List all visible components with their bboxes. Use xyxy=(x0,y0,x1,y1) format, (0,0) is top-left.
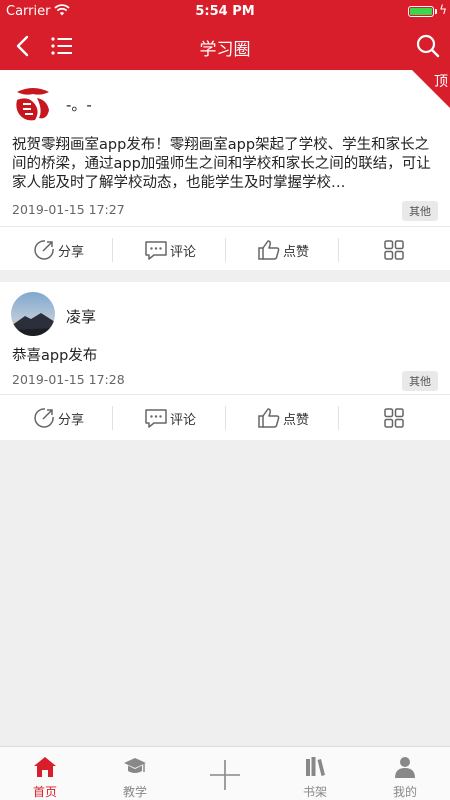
post-date: 2019-01-15 17:28 xyxy=(12,372,125,387)
more-button[interactable] xyxy=(338,227,450,273)
avatar[interactable] xyxy=(11,82,55,126)
category-tag: 其他 xyxy=(402,371,438,391)
more-button[interactable] xyxy=(338,395,450,441)
tab-mine-label: 我的 xyxy=(392,785,417,799)
grid-more-icon xyxy=(384,240,404,260)
share-icon xyxy=(34,408,54,428)
user-icon xyxy=(395,757,415,778)
post-card[interactable]: 凌享 恭喜app发布 2019-01-15 17:28 其他 分享 评论 点赞 xyxy=(0,282,450,440)
nav-bar: 学习圈 xyxy=(0,22,450,70)
tab-bookshelf[interactable]: 书架 xyxy=(270,747,360,800)
search-icon[interactable] xyxy=(414,32,442,60)
tab-teaching-label: 教学 xyxy=(122,785,147,799)
thumbs-up-icon xyxy=(258,408,280,428)
graduation-cap-icon xyxy=(124,758,146,773)
comment-button[interactable]: 评论 xyxy=(112,227,224,273)
comment-label: 评论 xyxy=(170,413,197,428)
avatar-landscape-icon xyxy=(11,292,55,336)
category-tag: 其他 xyxy=(402,201,438,221)
like-button[interactable]: 点赞 xyxy=(225,227,337,273)
comment-icon xyxy=(145,409,167,428)
pinned-label: 顶 xyxy=(434,74,448,90)
post-date: 2019-01-15 17:27 xyxy=(12,202,125,217)
thumbs-up-icon xyxy=(258,240,280,260)
share-button[interactable]: 分享 xyxy=(0,227,112,273)
charging-icon: ϟ xyxy=(439,3,447,17)
share-label: 分享 xyxy=(58,245,85,260)
avatar-logo-icon xyxy=(11,82,55,126)
home-icon xyxy=(34,757,56,777)
battery-tip xyxy=(435,9,437,14)
like-button[interactable]: 点赞 xyxy=(225,395,337,441)
like-label: 点赞 xyxy=(283,413,310,428)
tab-mine[interactable]: 我的 xyxy=(360,747,450,800)
plus-icon xyxy=(210,760,240,790)
page-title: 学习圈 xyxy=(199,40,251,60)
post-author[interactable]: 凌享 xyxy=(66,306,96,327)
post-content[interactable]: 恭喜app发布 xyxy=(12,347,438,366)
post-content[interactable]: 祝贺零翔画室app发布！零翔画室app架起了学校、学生和家长之间的桥梁，通过ap… xyxy=(12,136,438,193)
status-time: 5:54 PM xyxy=(195,4,255,19)
tab-bookshelf-label: 书架 xyxy=(302,785,327,799)
tab-add[interactable] xyxy=(180,747,270,800)
status-bar: Carrier 5:54 PM ϟ xyxy=(0,0,450,22)
share-button[interactable]: 分享 xyxy=(0,395,112,441)
tab-home-label: 首页 xyxy=(32,785,57,799)
post-actions: 分享 评论 点赞 xyxy=(0,226,450,272)
comment-icon xyxy=(145,241,167,260)
avatar[interactable] xyxy=(11,292,55,336)
tab-bar: 首页 教学 书架 我的 xyxy=(0,746,450,800)
comment-button[interactable]: 评论 xyxy=(112,395,224,441)
post-actions: 分享 评论 点赞 xyxy=(0,394,450,440)
like-label: 点赞 xyxy=(283,245,310,260)
post-card[interactable]: -。- 顶 祝贺零翔画室app发布！零翔画室app架起了学校、学生和家长之间的桥… xyxy=(0,70,450,270)
grid-more-icon xyxy=(384,408,404,428)
tab-teaching[interactable]: 教学 xyxy=(90,747,180,800)
bookshelf-icon xyxy=(306,757,325,776)
battery-icon xyxy=(408,6,434,17)
share-icon xyxy=(34,240,54,260)
comment-label: 评论 xyxy=(170,245,197,260)
share-label: 分享 xyxy=(58,413,85,428)
post-author[interactable]: -。- xyxy=(66,94,92,115)
tab-home[interactable]: 首页 xyxy=(0,747,90,800)
